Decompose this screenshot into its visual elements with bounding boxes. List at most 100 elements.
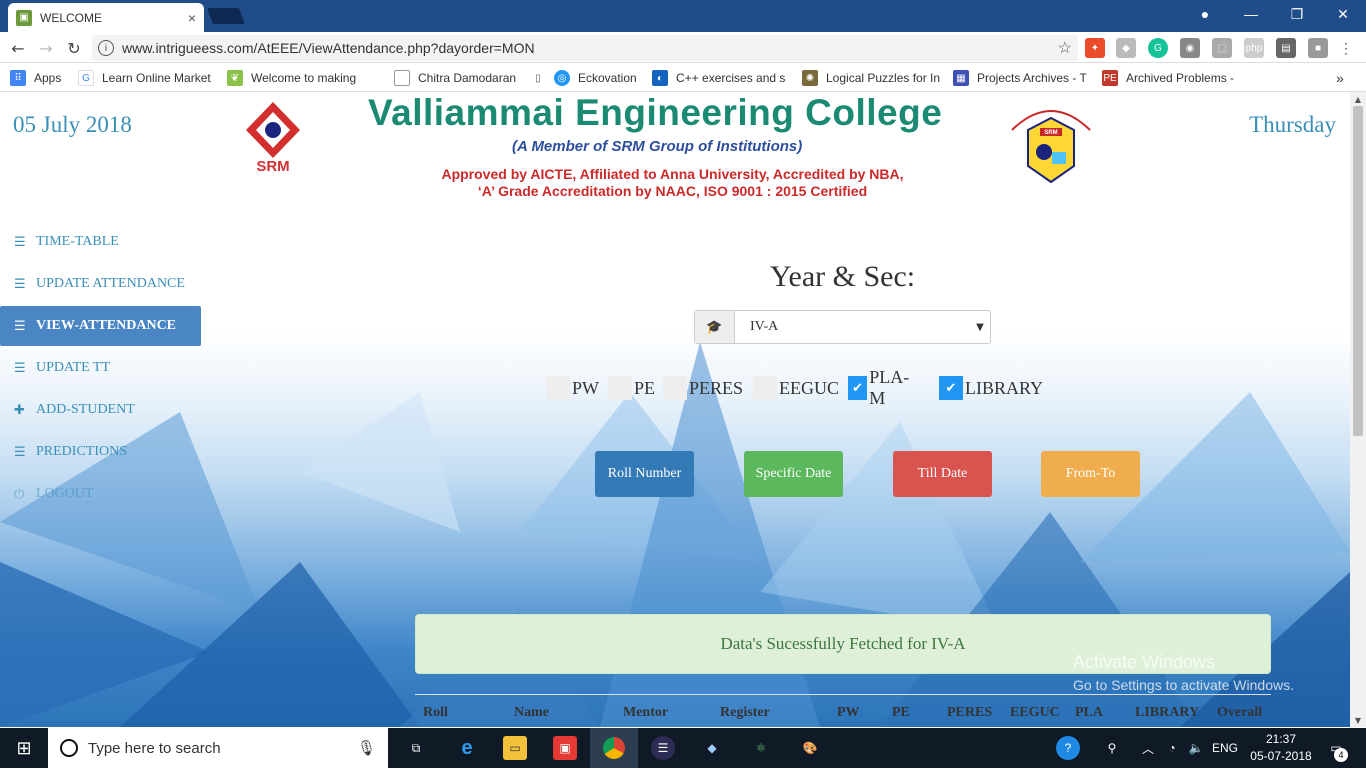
subject-eeguc[interactable]: EEGUC <box>753 376 839 400</box>
forward-arrow-icon[interactable]: → <box>35 37 57 59</box>
header-date: 05 July 2018 <box>13 112 132 137</box>
sidebar-item-update-attendance[interactable]: ☰ UPDATE ATTENDANCE <box>0 264 201 304</box>
extension-php-icon[interactable]: php <box>1244 38 1264 58</box>
extension-square-icon[interactable]: ■ <box>1308 38 1328 58</box>
tab-close-icon[interactable]: × <box>188 10 196 26</box>
page-icon: ▯ <box>530 70 546 86</box>
new-tab-button[interactable] <box>207 8 245 24</box>
cortana-icon <box>60 739 78 757</box>
sidebar-item-time-table[interactable]: ☰ TIME-TABLE <box>0 222 201 262</box>
clock-time: 21:37 <box>1265 732 1297 746</box>
checkbox[interactable] <box>608 376 632 400</box>
browser-tab[interactable]: ▣ WELCOME × <box>8 3 204 32</box>
specific-date-button[interactable]: Specific Date <box>744 451 843 497</box>
virtualbox-icon[interactable]: ◆ <box>700 736 724 760</box>
subject-peres[interactable]: PERES <box>663 376 743 400</box>
atom-icon[interactable]: ⚛ <box>749 736 773 760</box>
windows-taskbar: ⊞ Type here to search 🎙 ⧉ e ▭ ▣ ☰ ◆ ⚛ 🎨 … <box>0 728 1366 768</box>
language-indicator[interactable]: ENG <box>1212 728 1238 768</box>
eclipse-icon[interactable]: ☰ <box>651 736 675 760</box>
task-view-icon[interactable]: ⧉ <box>404 736 428 760</box>
page-scrollbar[interactable]: ▲ ▼ <box>1350 92 1366 727</box>
extension-cube-icon[interactable]: ◆ <box>1116 38 1136 58</box>
bookmark-apps[interactable]: ⠿ Apps <box>10 69 70 87</box>
chrome-taskbar-button[interactable] <box>590 728 638 768</box>
chrome-menu-icon[interactable]: ⋮ <box>1336 38 1356 58</box>
wifi-icon[interactable]: ◔ <box>1160 736 1184 760</box>
checkbox[interactable] <box>753 376 777 400</box>
srm-logo: SRM <box>240 102 306 174</box>
checkmark-icon[interactable]: ✔ <box>939 376 963 400</box>
roll-number-button[interactable]: Roll Number <box>595 451 694 497</box>
cpp-icon: ◐ <box>652 70 668 86</box>
checkbox[interactable] <box>546 376 570 400</box>
extension-notify-icon[interactable]: ▤ <box>1276 38 1296 58</box>
sidebar-item-add-student[interactable]: ✚ ADD-STUDENT <box>0 390 201 430</box>
extension-pdf-icon[interactable]: ⬚ <box>1212 38 1232 58</box>
checkmark-icon[interactable]: ✔ <box>848 376 868 400</box>
bookmark-star-icon[interactable]: ☆ <box>1058 38 1072 58</box>
site-info-icon[interactable]: i <box>98 40 114 56</box>
attendance-table-header: Roll Name Mentor Register PW PE PERES EE… <box>415 694 1271 727</box>
back-arrow-icon[interactable]: ← <box>7 37 29 59</box>
scroll-down-icon[interactable]: ▼ <box>1350 713 1366 727</box>
account-icon[interactable]: ● <box>1182 0 1228 28</box>
notification-count-badge: 4 <box>1334 748 1348 762</box>
paint-icon[interactable]: 🎨 <box>798 736 822 760</box>
extension-kite-icon[interactable]: ✦ <box>1085 38 1105 58</box>
graduation-cap-icon: 🎓 <box>695 311 735 343</box>
year-sec-select[interactable]: 🎓 IV-A ▼ <box>694 310 991 344</box>
bookmark-item[interactable]: G Learn Online Market <box>78 69 216 87</box>
sidebar-item-predictions[interactable]: ☰ PREDICTIONS <box>0 432 201 472</box>
column-header: Overall <box>1217 705 1263 720</box>
bookmark-item[interactable]: Chitra Damodaran <box>394 69 518 87</box>
restore-icon[interactable]: ❐ <box>1274 0 1320 28</box>
microphone-icon[interactable]: 🎙 <box>357 739 376 757</box>
chevron-down-icon: ▼ <box>976 321 984 333</box>
subject-library[interactable]: ✔ LIBRARY <box>939 376 1043 400</box>
windows-start-icon[interactable]: ⊞ <box>12 736 36 760</box>
tray-chevron-up-icon[interactable]: ︿ <box>1136 736 1160 760</box>
reload-icon[interactable]: ↻ <box>63 37 85 59</box>
bookmark-item[interactable]: ✺ Logical Puzzles for In <box>802 69 942 87</box>
close-window-icon[interactable]: ✕ <box>1320 0 1366 28</box>
address-bar[interactable]: i www.intrigueess.com/AtEEE/ViewAttendan… <box>92 35 1078 61</box>
store-icon[interactable]: ▣ <box>553 736 577 760</box>
edge-browser-icon[interactable]: e <box>455 736 479 760</box>
bookmark-item[interactable]: ❦ Welcome to making <box>227 69 364 87</box>
taskbar-search-placeholder: Type here to search <box>88 739 221 757</box>
power-icon: ⏻ <box>14 486 25 502</box>
bookmark-item[interactable]: ▦ Projects Archives - T <box>953 69 1091 87</box>
till-date-button[interactable]: Till Date <box>893 451 992 497</box>
from-to-button[interactable]: From-To <box>1041 451 1140 497</box>
help-icon[interactable]: ? <box>1056 736 1080 760</box>
minimize-icon[interactable]: — <box>1228 0 1274 28</box>
scroll-up-icon[interactable]: ▲ <box>1350 92 1366 106</box>
file-explorer-icon[interactable]: ▭ <box>503 736 527 760</box>
sidebar-item-view-attendance[interactable]: ☰ VIEW-ATTENDANCE <box>0 306 201 346</box>
more-bookmarks-icon[interactable]: » <box>1336 69 1352 87</box>
college-subtitle: (A Member of SRM Group of Institutions) <box>512 138 803 155</box>
scrollbar-thumb[interactable] <box>1353 106 1363 436</box>
approval-line-2: ‘A’ Grade Accreditation by NAAC, ISO 900… <box>477 183 868 199</box>
subject-pe[interactable]: PE <box>608 376 655 400</box>
people-icon[interactable]: ⚲ <box>1100 736 1124 760</box>
bookmark-item[interactable]: ▯ ◎ Eckovation <box>530 69 645 87</box>
extension-grammarly-icon[interactable]: G <box>1148 38 1168 58</box>
tab-title: WELCOME <box>40 10 103 25</box>
sidebar-item-logout[interactable]: ⏻ LOGOUT <box>0 474 201 514</box>
column-header: Register <box>720 705 770 720</box>
subject-pla-m[interactable]: ✔ PLA-M <box>848 367 914 408</box>
checkbox[interactable] <box>663 376 687 400</box>
bookmark-item[interactable]: ◐ C++ exercises and s <box>652 69 792 87</box>
bookmark-item[interactable]: PE Archived Problems - <box>1102 69 1242 87</box>
volume-icon[interactable]: 🔈 <box>1184 736 1208 760</box>
list-icon: ☰ <box>14 318 26 334</box>
subject-pw[interactable]: PW <box>546 376 599 400</box>
activate-windows-watermark: Activate Windows Go to Settings to activ… <box>1073 652 1294 693</box>
taskbar-search-box[interactable]: Type here to search 🎙 <box>48 728 388 768</box>
extension-eye-icon[interactable]: ◉ <box>1180 38 1200 58</box>
sidebar-item-update-tt[interactable]: ☰ UPDATE TT <box>0 348 201 388</box>
taskbar-clock[interactable]: 21:37 05-07-2018 <box>1248 731 1314 765</box>
chrome-icon <box>603 737 625 759</box>
